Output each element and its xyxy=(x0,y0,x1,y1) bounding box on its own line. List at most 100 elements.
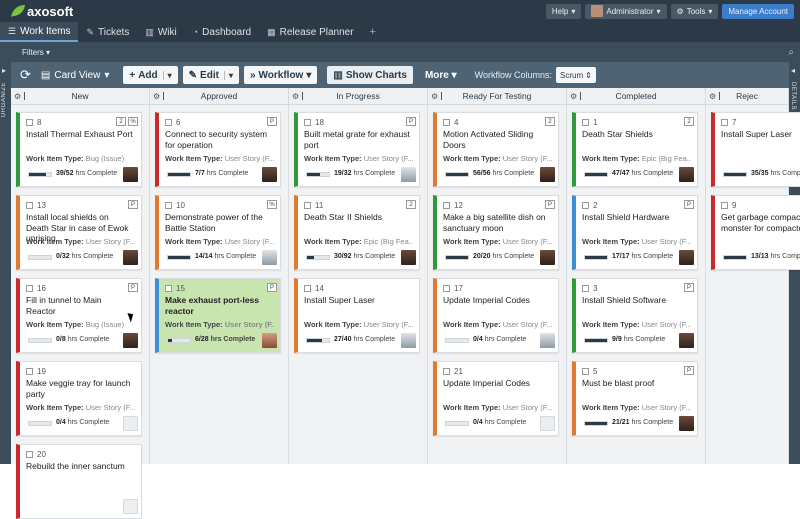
progress-bar xyxy=(445,421,469,426)
tab-work-items[interactable]: ☰ Work Items xyxy=(0,22,79,42)
avatar[interactable] xyxy=(123,250,138,265)
select-checkbox[interactable] xyxy=(165,202,172,209)
card-title: Make veggie tray for launch party xyxy=(26,378,131,399)
progress-text: 30/92 hrs Complete xyxy=(334,253,395,260)
search-icon[interactable]: ⌕ xyxy=(788,47,794,58)
avatar[interactable] xyxy=(262,333,277,348)
avatar[interactable] xyxy=(401,167,416,182)
work-item-card[interactable]: 11 2 Death Star II Shields Work Item Type: … xyxy=(294,195,420,270)
column-header[interactable]: ⚙ Approved xyxy=(150,88,289,105)
work-item-card[interactable]: 9 Get garbage compactor monster for compa… xyxy=(711,195,800,270)
select-checkbox[interactable] xyxy=(304,202,311,209)
column-header[interactable]: ⚙ Rejec xyxy=(706,88,789,105)
select-checkbox[interactable] xyxy=(721,202,728,209)
manage-account-button[interactable]: Manage Account xyxy=(722,3,794,19)
show-charts-button[interactable]: ▥ Show Charts xyxy=(327,66,413,84)
column-header[interactable]: ⚙ Ready For Testing xyxy=(428,88,567,105)
avatar[interactable] xyxy=(679,416,694,431)
avatar[interactable] xyxy=(540,250,555,265)
select-checkbox[interactable] xyxy=(304,285,311,292)
refresh-icon[interactable]: ⟳ xyxy=(20,67,31,83)
select-checkbox[interactable] xyxy=(26,119,33,126)
avatar[interactable] xyxy=(679,333,694,348)
more-dropdown[interactable]: More ▾ xyxy=(425,70,457,81)
column-title: Ready For Testing xyxy=(462,91,532,101)
progress-bar xyxy=(306,338,330,343)
select-checkbox[interactable] xyxy=(26,285,33,292)
select-checkbox[interactable] xyxy=(582,202,589,209)
select-checkbox[interactable] xyxy=(165,119,172,126)
work-item-card[interactable]: 1 2 Death Star Shields Work Item Type: Epic… xyxy=(572,112,698,187)
chevron-down-icon[interactable]: ▾ xyxy=(223,70,233,80)
tab-wiki[interactable]: ▥ Wiki xyxy=(137,22,184,42)
select-checkbox[interactable] xyxy=(443,285,450,292)
badge-icon: % xyxy=(267,200,277,209)
workflow-columns-select[interactable]: Scrum ⇕ xyxy=(556,67,596,83)
column-header[interactable]: ⚙ Completed xyxy=(567,88,706,105)
avatar[interactable] xyxy=(679,250,694,265)
avatar[interactable] xyxy=(540,333,555,348)
organize-panel-toggle[interactable]: ▸ ORGANIZE xyxy=(0,62,11,464)
avatar[interactable] xyxy=(123,416,138,431)
work-item-card[interactable]: 10% Demonstrate power of the Battle Stati… xyxy=(155,195,281,270)
avatar[interactable] xyxy=(262,167,277,182)
filters-dropdown[interactable]: Filters ▾ xyxy=(22,48,50,57)
select-checkbox[interactable] xyxy=(26,368,33,375)
work-item-card[interactable]: 7 Install Super Laser 35/35 hrs Complete xyxy=(711,112,800,187)
add-button[interactable]: + Add ▾ xyxy=(123,66,178,84)
avatar[interactable] xyxy=(123,499,138,514)
select-checkbox[interactable] xyxy=(582,368,589,375)
tools-button[interactable]: ⚙ Tools ▾ xyxy=(670,3,719,19)
work-item-card[interactable]: 3 P Install Shield Software Work Item Type:… xyxy=(572,278,698,353)
tab-release-planner[interactable]: ▦ Release Planner xyxy=(259,22,361,42)
work-item-card[interactable]: 19 Make veggie tray for launch party Work … xyxy=(16,361,142,436)
card-header: 20 xyxy=(26,450,46,459)
select-checkbox[interactable] xyxy=(26,202,33,209)
select-checkbox[interactable] xyxy=(582,285,589,292)
work-item-card[interactable]: 13 P Install local shields on Death Star i… xyxy=(16,195,142,270)
tab-dashboard[interactable]: ◔ Dashboard xyxy=(185,22,259,42)
avatar[interactable] xyxy=(679,167,694,182)
select-checkbox[interactable] xyxy=(443,202,450,209)
add-tab-button[interactable]: + xyxy=(362,22,384,42)
progress-bar xyxy=(28,421,52,426)
workflow-button[interactable]: » Workflow ▾ xyxy=(243,66,318,84)
work-item-card[interactable]: 15 P Make exhaust port-less reactor Work It… xyxy=(155,278,281,353)
progress-text: 21/21 hrs Complete xyxy=(612,419,673,426)
help-button[interactable]: Help ▾ xyxy=(545,3,582,19)
select-checkbox[interactable] xyxy=(443,119,450,126)
work-item-card[interactable]: 12 P Make a big satellite dish on sanctuar… xyxy=(433,195,559,270)
column-header[interactable]: ⚙ New xyxy=(11,88,150,105)
work-item-card[interactable]: 16 P Fill in tunnel to Main Reactor Work It… xyxy=(16,278,142,353)
avatar[interactable] xyxy=(540,416,555,431)
select-checkbox[interactable] xyxy=(443,368,450,375)
work-item-card[interactable]: 21 Update Imperial Codes Work Item Type: U… xyxy=(433,361,559,436)
edit-button[interactable]: ✎ Edit ▾ xyxy=(182,66,239,84)
tab-tickets[interactable]: ✎ Tickets xyxy=(78,22,137,42)
work-item-card[interactable]: 14 Install Super Laser Work Item Type: Use… xyxy=(294,278,420,353)
chevron-down-icon[interactable]: ▾ xyxy=(162,70,172,80)
work-item-card[interactable]: 8 2% Install Thermal Exhaust Port Work Item… xyxy=(16,112,142,187)
avatar[interactable] xyxy=(123,167,138,182)
select-checkbox[interactable] xyxy=(304,119,311,126)
select-checkbox[interactable] xyxy=(582,119,589,126)
select-checkbox[interactable] xyxy=(721,119,728,126)
work-item-card[interactable]: 6 P Connect to security system for operati… xyxy=(155,112,281,187)
avatar[interactable] xyxy=(540,167,555,182)
work-item-card[interactable]: 2 P Install Shield Hardware Work Item Type:… xyxy=(572,195,698,270)
logo[interactable]: axosoft xyxy=(10,4,73,19)
select-checkbox[interactable] xyxy=(26,451,33,458)
user-menu[interactable]: Administrator ▾ xyxy=(585,3,667,19)
work-item-card[interactable]: 5 P Must be blast proof Work Item Type: Use… xyxy=(572,361,698,436)
work-item-card[interactable]: 20 Rebuild the inner sanctum xyxy=(16,444,142,519)
select-checkbox[interactable] xyxy=(165,285,172,292)
avatar[interactable] xyxy=(401,250,416,265)
avatar[interactable] xyxy=(123,333,138,348)
work-item-card[interactable]: 18 P Built metal grate for exhaust port Wor… xyxy=(294,112,420,187)
work-item-card[interactable]: 17 Update Imperial Codes Work Item Type: U… xyxy=(433,278,559,353)
avatar[interactable] xyxy=(401,333,416,348)
work-item-card[interactable]: 4 2 Motion Activated Sliding Doors Work Ite… xyxy=(433,112,559,187)
avatar[interactable] xyxy=(262,250,277,265)
card-view-dropdown[interactable]: ▤ Card View ▾ xyxy=(41,70,109,81)
column-header[interactable]: ⚙ In Progress xyxy=(289,88,428,105)
